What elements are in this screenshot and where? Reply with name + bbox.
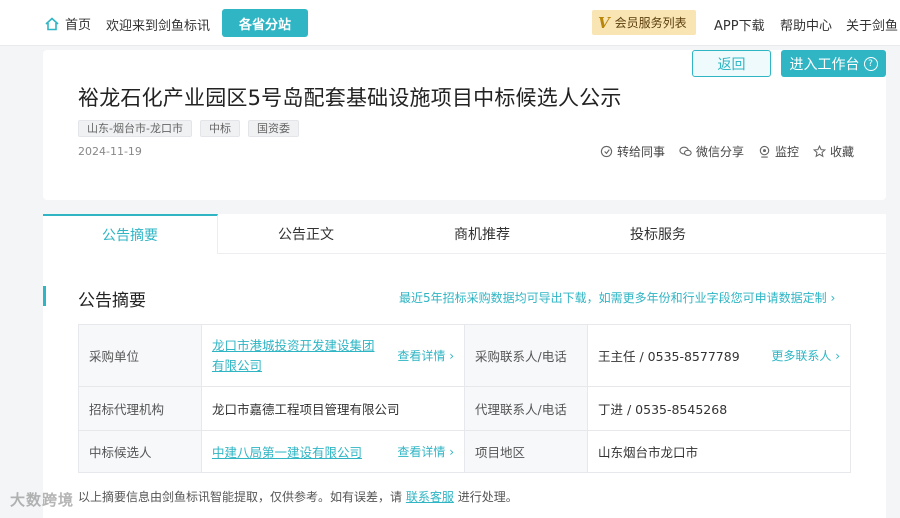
winner-link[interactable]: 中建八局第一建设有限公司: [212, 442, 362, 461]
vip-service-link[interactable]: V 会员服务列表: [592, 10, 696, 35]
agency-contact-label: 代理联系人/电话: [464, 386, 588, 431]
purchaser-contact-value: 王主任 / 0535-8577789: [598, 349, 740, 364]
wechat-share-label: 微信分享: [696, 145, 745, 159]
tab-summary[interactable]: 公告摘要: [43, 214, 218, 254]
purchaser-contact-label: 采购联系人/电话: [464, 324, 588, 387]
winner-label: 中标候选人: [78, 430, 202, 473]
contact-support-link[interactable]: 联系客服: [406, 490, 454, 504]
agency-value: 龙口市嘉德工程项目管理有限公司: [201, 386, 465, 431]
table-row: 招标代理机构 龙口市嘉德工程项目管理有限公司 代理联系人/电话 丁进 / 053…: [78, 386, 851, 431]
summary-table: 采购单位 龙口市港城投资开发建设集团有限公司 查看详情 › 采购联系人/电话 王…: [78, 324, 851, 473]
agency-label: 招标代理机构: [78, 386, 202, 431]
data-export-link[interactable]: 最近5年招标采购数据均可导出下载，如需更多年份和行业字段您可申请数据定制 ›: [399, 289, 835, 306]
vip-label: 会员服务列表: [614, 16, 687, 30]
top-bar: 首页 欢迎来到剑鱼标讯 各省分站 V 会员服务列表 APP下载 帮助中心 关于剑…: [0, 0, 900, 46]
summary-footnote: 以上摘要信息由剑鱼标讯智能提取，仅供参考。如有误差，请 联系客服 进行处理。: [78, 488, 518, 505]
region-value: 山东烟台市龙口市: [587, 430, 851, 473]
action-bar: 转给同事 微信分享 监控 收藏: [600, 143, 854, 160]
purchaser-link[interactable]: 龙口市港城投资开发建设集团有限公司: [212, 336, 382, 376]
about-link[interactable]: 关于剑鱼: [846, 15, 898, 34]
welcome-text: 欢迎来到剑鱼标讯: [106, 19, 211, 34]
tag-list: 山东-烟台市-龙口市 中标 国资委: [78, 120, 299, 137]
forward-label: 转给同事: [617, 145, 666, 159]
table-row: 中标候选人 中建八局第一建设有限公司 查看详情 › 项目地区 山东烟台市龙口市: [78, 430, 851, 473]
favorite-button[interactable]: 收藏: [813, 143, 854, 160]
wechat-share-button[interactable]: 微信分享: [679, 143, 744, 160]
tab-bar: 公告摘要 公告正文 商机推荐 投标服务: [43, 214, 886, 254]
page-title: 裕龙石化产业园区5号岛配套基础设施项目中标候选人公示: [78, 86, 622, 110]
home-link[interactable]: 首页: [44, 14, 91, 33]
footnote-tail: 进行处理。: [457, 490, 518, 504]
tab-bid-service[interactable]: 投标服务: [570, 214, 746, 254]
monitor-label: 监控: [775, 145, 800, 159]
star-icon: [813, 145, 827, 158]
help-center-link[interactable]: 帮助中心: [780, 15, 832, 34]
section-title: 公告摘要: [78, 291, 146, 311]
home-icon: [45, 16, 59, 30]
tag-category: 国资委: [247, 120, 299, 137]
publish-date: 2024-11-19: [78, 145, 142, 158]
question-icon: ?: [863, 56, 878, 71]
watermark: 大数跨境: [10, 491, 75, 509]
forward-button[interactable]: 转给同事: [600, 143, 665, 160]
purchaser-detail-link[interactable]: 查看详情 ›: [397, 347, 454, 364]
back-button[interactable]: 返回: [692, 50, 771, 77]
app-download-link[interactable]: APP下载: [714, 15, 765, 34]
monitor-icon: [759, 145, 770, 158]
home-label: 首页: [65, 18, 92, 33]
tab-content[interactable]: 公告正文: [218, 214, 394, 254]
more-contacts-link[interactable]: 更多联系人 ›: [771, 347, 840, 364]
table-row: 采购单位 龙口市港城投资开发建设集团有限公司 查看详情 › 采购联系人/电话 王…: [78, 324, 851, 387]
winner-detail-link[interactable]: 查看详情 ›: [397, 443, 454, 460]
tab-recommend[interactable]: 商机推荐: [394, 214, 570, 254]
branch-sites-button[interactable]: 各省分站: [222, 9, 308, 37]
purchaser-label: 采购单位: [78, 324, 202, 387]
workbench-button[interactable]: 进入工作台 ?: [781, 50, 886, 77]
agency-contact-value: 丁进 / 0535-8545268: [587, 386, 851, 431]
footnote-text: 以上摘要信息由剑鱼标讯智能提取，仅供参考。如有误差，请: [78, 490, 403, 504]
tag-type: 中标: [199, 120, 240, 137]
workbench-label: 进入工作台: [789, 56, 860, 73]
forward-icon: [600, 145, 613, 158]
vip-icon: V: [598, 13, 610, 32]
favorite-label: 收藏: [830, 145, 855, 159]
section-accent-bar: [43, 286, 46, 306]
region-label: 项目地区: [464, 430, 588, 473]
tag-region: 山东-烟台市-龙口市: [78, 120, 192, 137]
wechat-icon: [679, 146, 692, 157]
monitor-button[interactable]: 监控: [758, 143, 799, 160]
